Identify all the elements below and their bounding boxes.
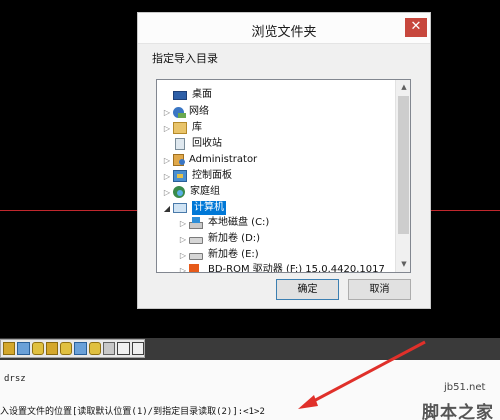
drive-icon [189, 237, 203, 244]
user-folder-icon [173, 154, 185, 166]
command-line[interactable]: drsz 入设置文件的位置[读取默认位置(1)/到指定目录读取(2)]:<1>2 [0, 360, 500, 420]
network-icon [173, 106, 186, 118]
layer-match-icon[interactable] [45, 342, 59, 355]
layer-state-icon[interactable] [31, 342, 44, 355]
scroll-thumb[interactable] [398, 96, 409, 234]
close-icon: ✕ [410, 19, 422, 34]
dialog-prompt: 指定导入目录 [152, 52, 218, 65]
command-history: drsz [4, 374, 26, 384]
desktop-icon [173, 90, 187, 100]
tree-item-network[interactable]: ▷ 网络 [161, 104, 209, 120]
tree-item-label: 网络 [189, 106, 209, 117]
tree-item-drive-c[interactable]: ▷ 本地磁盘 (C:) [177, 215, 269, 231]
layer-properties-icon[interactable] [17, 342, 30, 355]
tree-item-control-panel[interactable]: ▷ 控制面板 [161, 168, 232, 184]
layer-icon[interactable] [3, 342, 16, 355]
ok-button[interactable]: 确定 [276, 279, 339, 300]
tree-item-library[interactable]: ▷ 库 [161, 120, 202, 136]
layer-isolate-icon[interactable] [60, 342, 73, 355]
cad-toolbar [0, 338, 500, 360]
system-drive-icon [189, 216, 203, 229]
control-panel-icon [173, 170, 187, 182]
scroll-up-icon[interactable]: ▲ [396, 80, 410, 95]
expand-arrow-icon[interactable]: ▷ [161, 124, 173, 133]
library-icon [173, 122, 187, 134]
tree-item-label: 家庭组 [190, 186, 220, 197]
tree-item-label: 控制面板 [192, 170, 232, 181]
tree-item-label: 本地磁盘 (C:) [208, 217, 270, 228]
tree-item-label: Administrator [189, 154, 258, 165]
folder-tree[interactable]: 桌面 ▷ 网络 ▷ 库 回收站 ▷ Administrator ▷ 控制面板 ▷… [156, 79, 411, 273]
tree-item-desktop[interactable]: 桌面 [161, 87, 212, 103]
collapse-arrow-icon[interactable]: ◢ [161, 204, 173, 213]
tree-item-label: 库 [192, 122, 202, 133]
cube-icon[interactable] [117, 342, 130, 355]
unlock-icon[interactable] [103, 342, 116, 355]
dialog-titlebar[interactable]: 浏览文件夹 ✕ [138, 13, 430, 44]
command-prompt[interactable]: 入设置文件的位置[读取默认位置(1)/到指定目录读取(2)]:<1>2 [0, 404, 265, 417]
expand-arrow-icon[interactable]: ▷ [161, 156, 173, 165]
expand-arrow-icon[interactable]: ▷ [177, 235, 189, 244]
expand-arrow-icon[interactable]: ▷ [161, 108, 173, 117]
computer-icon [173, 203, 187, 213]
drive-icon [189, 253, 203, 260]
tree-item-computer[interactable]: ◢ 计算机 [161, 200, 226, 216]
lock-icon[interactable] [88, 342, 102, 355]
tree-item-drive-e[interactable]: ▷ 新加卷 (E:) [177, 247, 259, 263]
tree-item-label: 新加卷 (E:) [208, 249, 259, 260]
cancel-button[interactable]: 取消 [348, 279, 411, 300]
tree-item-drive-d[interactable]: ▷ 新加卷 (D:) [177, 231, 260, 247]
homegroup-icon [173, 186, 185, 198]
tree-item-label: BD-ROM 驱动器 (F:) 15.0.4420.1017 [208, 264, 385, 272]
expand-arrow-icon[interactable]: ▷ [177, 266, 189, 273]
expand-arrow-icon[interactable]: ▷ [177, 251, 189, 260]
tree-scrollbar[interactable]: ▲ ▼ [395, 80, 410, 272]
optical-drive-icon [189, 264, 199, 272]
tree-item-label: 桌面 [192, 89, 212, 100]
layer-freeze-icon[interactable] [74, 342, 87, 355]
expand-arrow-icon[interactable]: ▷ [177, 219, 189, 228]
recycle-bin-icon [175, 138, 185, 150]
dialog-title: 浏览文件夹 [251, 25, 317, 40]
tree-item-label: 回收站 [192, 138, 222, 149]
expand-arrow-icon[interactable]: ▷ [161, 188, 173, 197]
tree-item-homegroup[interactable]: ▷ 家庭组 [161, 184, 220, 200]
tree-item-administrator[interactable]: ▷ Administrator [161, 152, 257, 168]
expand-arrow-icon[interactable]: ▷ [161, 172, 173, 181]
browse-folder-dialog: 浏览文件夹 ✕ 指定导入目录 桌面 ▷ 网络 ▷ 库 回收站 ▷ Adminis… [137, 12, 431, 309]
scroll-down-icon[interactable]: ▼ [396, 257, 410, 272]
tree-item-label: 计算机 [192, 201, 226, 215]
view-cube-icon[interactable] [131, 342, 144, 355]
tree-item-recycle-bin[interactable]: 回收站 [161, 136, 222, 152]
tree-item-label: 新加卷 (D:) [208, 233, 261, 244]
close-button[interactable]: ✕ [405, 18, 427, 37]
tree-item-drive-f[interactable]: ▷ BD-ROM 驱动器 (F:) 15.0.4420.1017 [177, 262, 385, 272]
